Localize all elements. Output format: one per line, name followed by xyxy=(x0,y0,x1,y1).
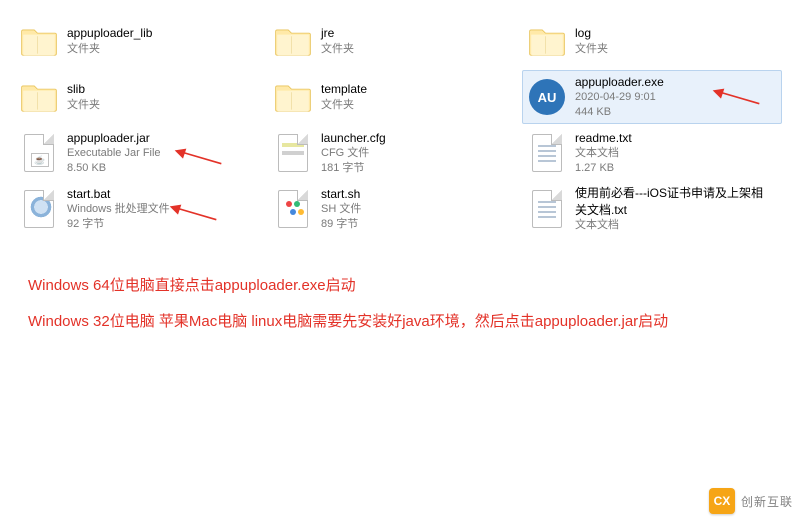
file-type: 文件夹 xyxy=(575,42,608,57)
watermark: CX 创新互联 xyxy=(701,484,801,518)
file-name: jre xyxy=(321,25,354,41)
file-type: 文件夹 xyxy=(67,98,100,113)
folder-icon xyxy=(19,77,59,117)
folder-icon xyxy=(273,77,313,117)
file-size: 89 字节 xyxy=(321,217,361,232)
file-name: log xyxy=(575,25,608,41)
file-name: start.sh xyxy=(321,186,361,202)
file-type: CFG 文件 xyxy=(321,146,386,161)
instruction-line-1: Windows 64位电脑直接点击appuploader.exe启动 xyxy=(28,268,783,304)
folder-icon xyxy=(527,21,567,61)
txt-icon xyxy=(527,189,567,229)
cfg-icon xyxy=(273,133,313,173)
file-name: 使用前必看---iOS证书申请及上架相关文档.txt xyxy=(575,185,765,217)
file-type: 文件夹 xyxy=(321,98,367,113)
watermark-text: 创新互联 xyxy=(741,493,793,510)
file-grid: appuploader_lib 文件夹 jre 文件夹 log 文件夹 slib… xyxy=(0,0,811,238)
file-item-jre[interactable]: jre 文件夹 xyxy=(268,14,518,68)
file-type: 文件夹 xyxy=(67,42,152,57)
file-type: 文件夹 xyxy=(321,42,354,57)
file-item-appuploader-jar[interactable]: ☕ appuploader.jar Executable Jar File 8.… xyxy=(14,126,264,180)
txt-icon xyxy=(527,133,567,173)
folder-icon xyxy=(19,21,59,61)
file-name: readme.txt xyxy=(575,130,632,146)
file-item-slib[interactable]: slib 文件夹 xyxy=(14,70,264,124)
app-icon: AU xyxy=(527,77,567,117)
file-item-appuploader_lib[interactable]: appuploader_lib 文件夹 xyxy=(14,14,264,68)
jar-icon: ☕ xyxy=(19,133,59,173)
file-type: Executable Jar File xyxy=(67,146,161,161)
file-size: 181 字节 xyxy=(321,161,386,176)
file-item-readme-txt[interactable]: readme.txt 文本文档 1.27 KB xyxy=(522,126,782,180)
file-date: 2020-04-29 9:01 xyxy=(575,90,664,105)
instruction-notes: Windows 64位电脑直接点击appuploader.exe启动 Windo… xyxy=(0,238,811,340)
file-name: template xyxy=(321,81,367,97)
instruction-line-2: Windows 32位电脑 苹果Mac电脑 linux电脑需要先安装好java环… xyxy=(28,304,783,340)
file-type: 文本文档 xyxy=(575,146,632,161)
arrow-annotation-icon xyxy=(173,145,223,169)
watermark-badge-icon: CX xyxy=(709,488,735,514)
file-size: 444 KB xyxy=(575,105,664,120)
file-size: 8.50 KB xyxy=(67,161,161,176)
folder-icon xyxy=(273,21,313,61)
arrow-annotation-icon xyxy=(168,201,218,225)
file-item-template[interactable]: template 文件夹 xyxy=(268,70,518,124)
file-name: launcher.cfg xyxy=(321,130,386,146)
file-type: 文本文档 xyxy=(575,218,765,233)
file-item-log[interactable]: log 文件夹 xyxy=(522,14,782,68)
file-type: SH 文件 xyxy=(321,202,361,217)
file-name: appuploader_lib xyxy=(67,25,152,41)
arrow-annotation-icon xyxy=(711,85,761,109)
bat-icon xyxy=(19,189,59,229)
file-name: slib xyxy=(67,81,100,97)
sh-icon xyxy=(273,189,313,229)
file-item-start-bat[interactable]: start.bat Windows 批处理文件 92 字节 xyxy=(14,182,264,236)
file-size: 92 字节 xyxy=(67,217,170,232)
file-item-launcher-cfg[interactable]: launcher.cfg CFG 文件 181 字节 xyxy=(268,126,518,180)
file-item-readme-ios-txt[interactable]: 使用前必看---iOS证书申请及上架相关文档.txt 文本文档 xyxy=(522,182,782,236)
file-name: appuploader.jar xyxy=(67,130,161,146)
file-item-start-sh[interactable]: start.sh SH 文件 89 字节 xyxy=(268,182,518,236)
file-name: start.bat xyxy=(67,186,170,202)
file-type: Windows 批处理文件 xyxy=(67,202,170,217)
file-size: 1.27 KB xyxy=(575,161,632,176)
file-item-appuploader-exe[interactable]: AU appuploader.exe 2020-04-29 9:01 444 K… xyxy=(522,70,782,124)
file-name: appuploader.exe xyxy=(575,74,664,90)
